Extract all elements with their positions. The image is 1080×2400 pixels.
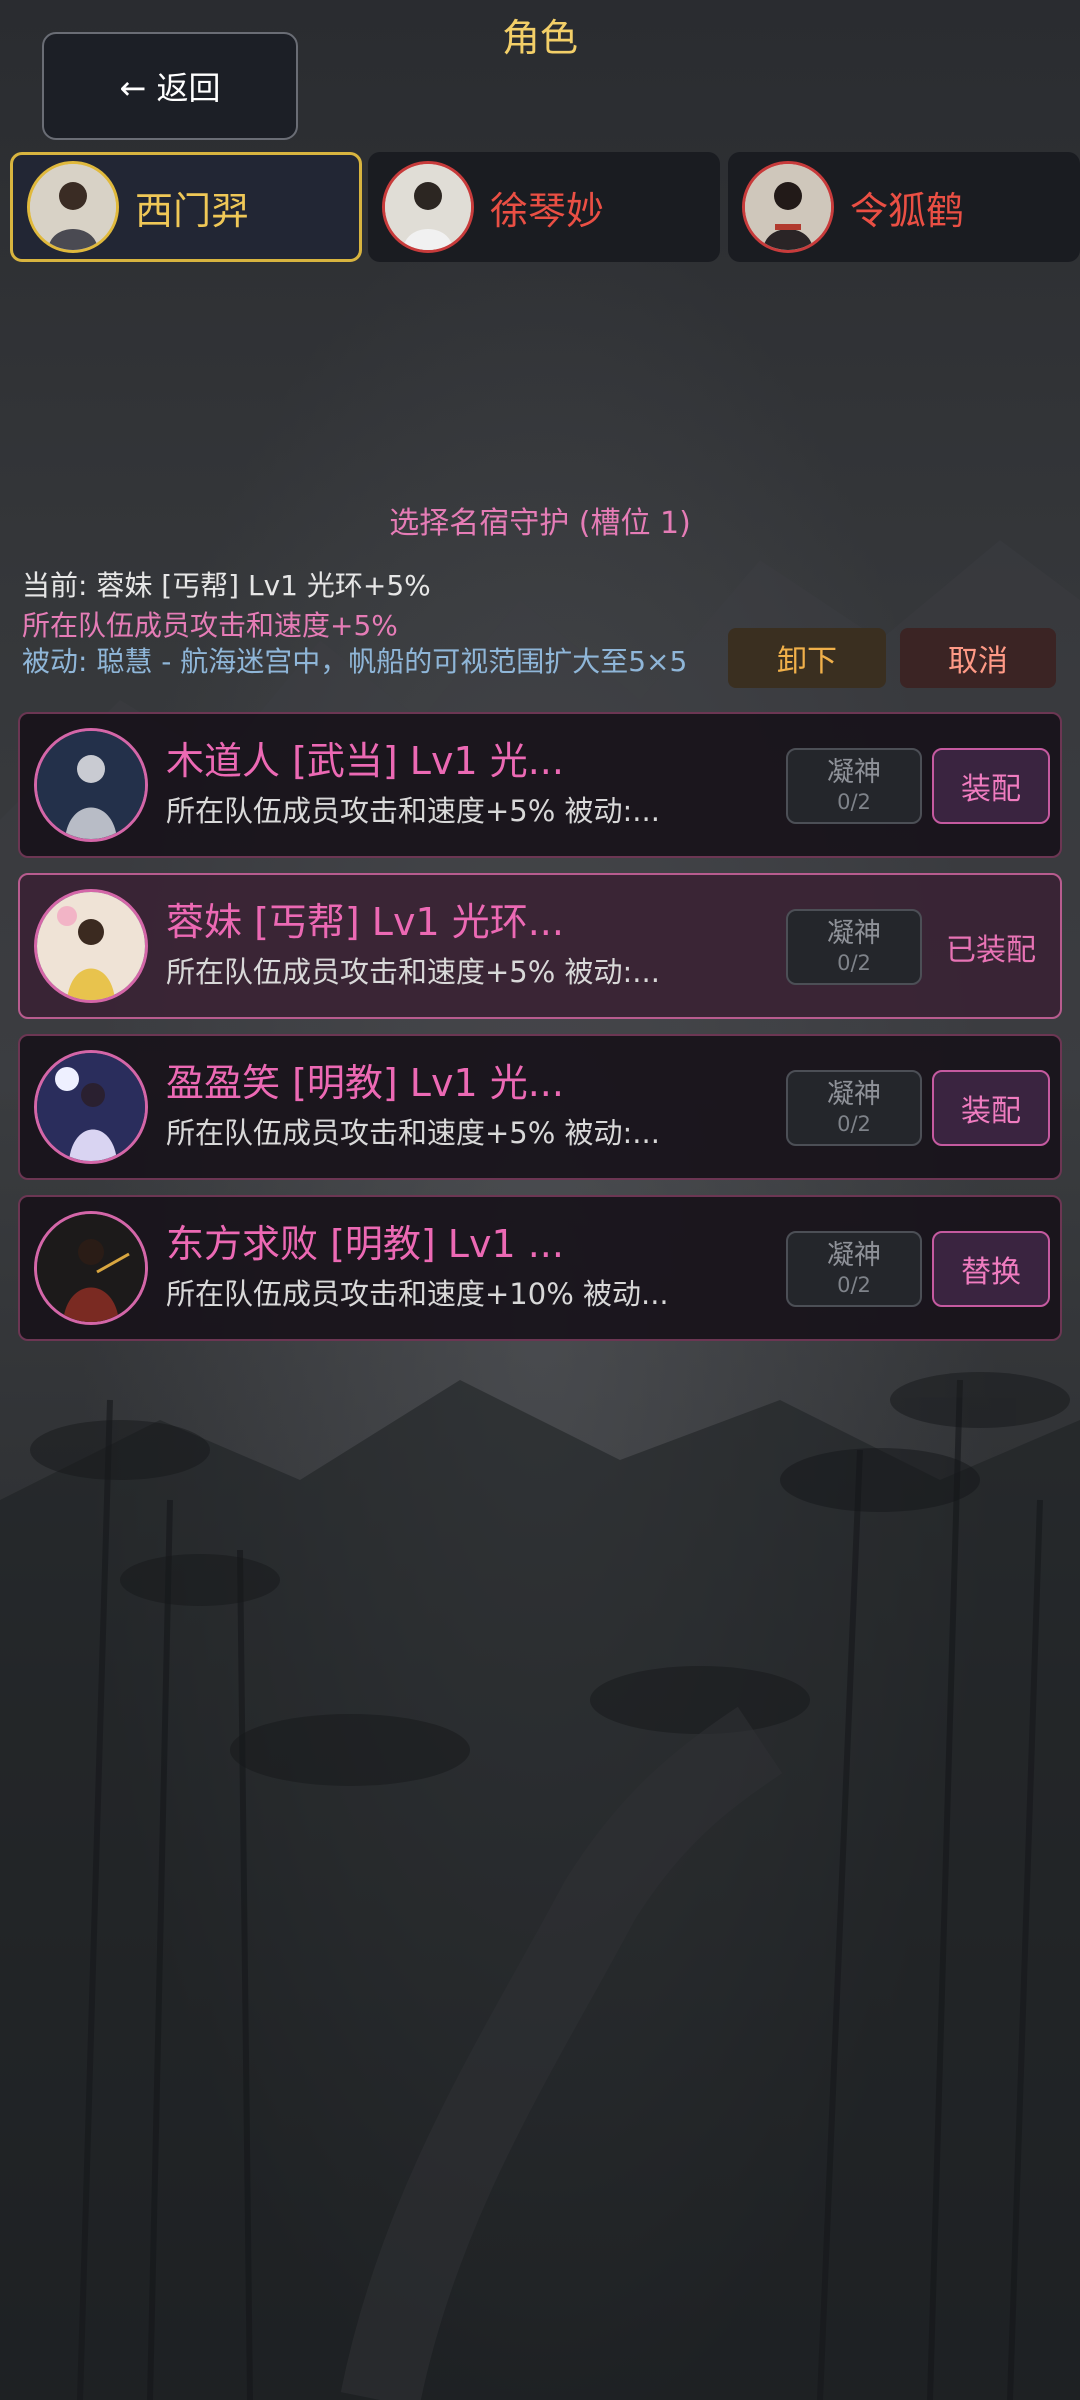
current-passive: 被动: 聪慧 - 航海迷宫中，帆船的可视范围扩大至5×5	[22, 645, 688, 678]
guardian-desc: 所在队伍成员攻击和速度+5% 被动:...	[166, 955, 660, 989]
guardian-desc: 所在队伍成员攻击和速度+5% 被动:...	[166, 1116, 660, 1150]
guardian-avatar	[34, 1050, 148, 1164]
guardian-select-title: 选择名宿守护 (槽位 1)	[389, 506, 691, 541]
guardian-avatar	[34, 1211, 148, 1325]
ningshen-button[interactable]: 凝神 0/2	[786, 1231, 922, 1307]
ningshen-count: 0/2	[837, 790, 871, 814]
hero-tab-ximenyi[interactable]: 西门羿	[10, 152, 362, 262]
ningshen-button[interactable]: 凝神 0/2	[786, 1070, 922, 1146]
guardian-name: 蓉妹 [丐帮] Lv1 光环...	[166, 900, 564, 944]
hero-tab-xuqinmiao[interactable]: 徐琴妙	[368, 152, 720, 262]
equip-button[interactable]: 装配	[932, 748, 1050, 824]
ningshen-label: 凝神	[827, 1240, 881, 1271]
guardian-desc: 所在队伍成员攻击和速度+5% 被动:...	[166, 794, 660, 828]
equipped-status: 已装配	[946, 933, 1036, 968]
hero-avatar	[382, 161, 474, 253]
ningshen-label: 凝神	[827, 757, 881, 788]
current-aura: 所在队伍成员攻击和速度+5%	[22, 609, 398, 642]
guardian-card-rongmei[interactable]: 蓉妹 [丐帮] Lv1 光环... 所在队伍成员攻击和速度+5% 被动:... …	[18, 873, 1062, 1019]
hero-name: 徐琴妙	[490, 188, 605, 233]
hero-tab-linghuhe[interactable]: 令狐鹤	[728, 152, 1080, 262]
guardian-name: 盈盈笑 [明教] Lv1 光...	[166, 1061, 564, 1105]
hero-avatar	[27, 161, 119, 253]
guardian-card-dongfangqiubai[interactable]: 东方求败 [明教] Lv1 ... 所在队伍成员攻击和速度+10% 被动... …	[18, 1195, 1062, 1341]
guardian-name: 东方求败 [明教] Lv1 ...	[166, 1222, 564, 1266]
hero-name: 西门羿	[135, 188, 250, 233]
ningshen-count: 0/2	[837, 1112, 871, 1136]
guardian-name: 木道人 [武当] Lv1 光...	[166, 739, 564, 783]
guardian-avatar	[34, 889, 148, 1003]
replace-button[interactable]: 替换	[932, 1231, 1050, 1307]
hero-name: 令狐鹤	[850, 188, 965, 233]
ningshen-label: 凝神	[827, 918, 881, 949]
ningshen-button[interactable]: 凝神 0/2	[786, 748, 922, 824]
guardian-card-mudaoren[interactable]: 木道人 [武当] Lv1 光... 所在队伍成员攻击和速度+5% 被动:... …	[18, 712, 1062, 858]
guardian-card-yingyingxiao[interactable]: 盈盈笑 [明教] Lv1 光... 所在队伍成员攻击和速度+5% 被动:... …	[18, 1034, 1062, 1180]
unequip-button[interactable]: 卸下	[728, 628, 886, 688]
equip-button[interactable]: 装配	[932, 1070, 1050, 1146]
ningshen-label: 凝神	[827, 1079, 881, 1110]
cancel-button[interactable]: 取消	[900, 628, 1056, 688]
hero-avatar	[742, 161, 834, 253]
back-button[interactable]: ← 返回	[42, 32, 298, 140]
current-guardian: 当前: 蓉妹 [丐帮] Lv1 光环+5%	[22, 569, 431, 602]
guardian-avatar	[34, 728, 148, 842]
ningshen-count: 0/2	[837, 1273, 871, 1297]
ningshen-count: 0/2	[837, 951, 871, 975]
guardian-desc: 所在队伍成员攻击和速度+10% 被动...	[166, 1277, 669, 1311]
ningshen-button[interactable]: 凝神 0/2	[786, 909, 922, 985]
